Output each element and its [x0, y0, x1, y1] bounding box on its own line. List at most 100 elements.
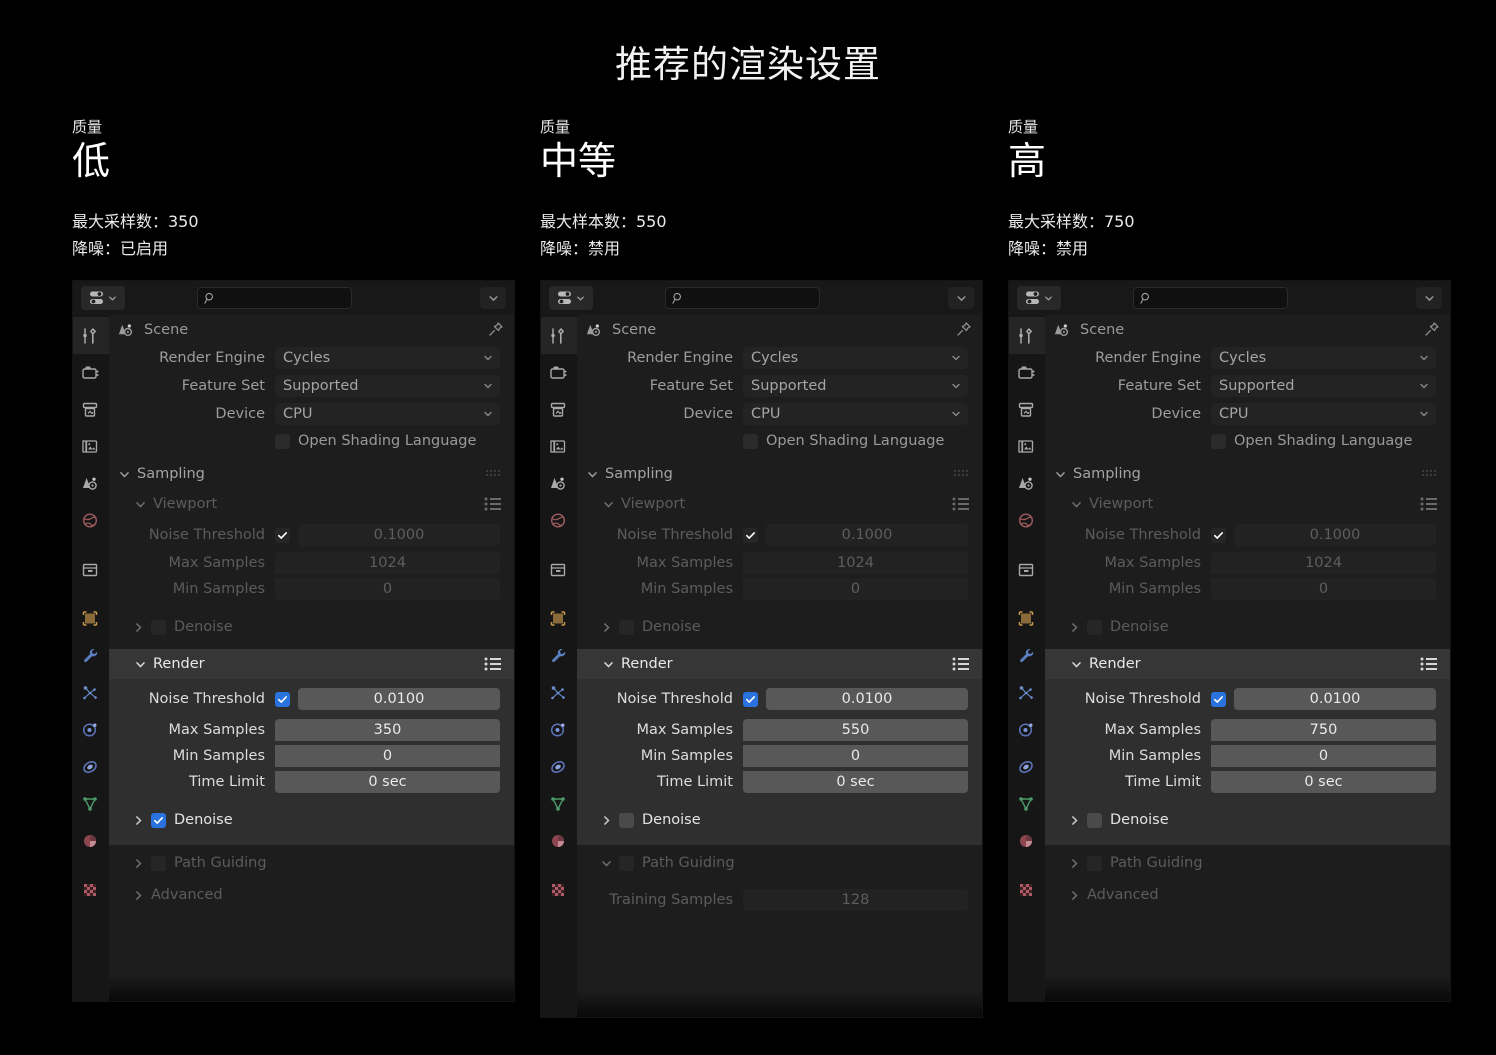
viewport-min-samples-row[interactable]: Min Samples 0	[123, 576, 500, 601]
render-section-header[interactable]: Render	[1045, 649, 1450, 679]
path-guiding-checkbox[interactable]	[1087, 855, 1102, 871]
tab-physics[interactable]	[1009, 711, 1045, 748]
tab-object[interactable]	[541, 600, 577, 637]
device-row[interactable]: Device CPU	[591, 401, 968, 426]
render-max-samples-row[interactable]: Max Samples 750	[1059, 717, 1436, 742]
tab-output[interactable]	[73, 391, 109, 428]
tab-constraints[interactable]	[1009, 748, 1045, 785]
advanced-row[interactable]: Advanced	[123, 883, 500, 907]
preset-list-icon[interactable]	[952, 497, 970, 511]
render-time-limit-field[interactable]: 0 sec	[275, 770, 500, 793]
feature-set-row[interactable]: Feature Set Supported	[1059, 373, 1436, 398]
viewport-denoise-checkbox[interactable]	[619, 619, 634, 635]
viewport-noise-threshold-field[interactable]: 0.1000	[1234, 524, 1436, 546]
viewport-noise-threshold-checkbox[interactable]	[743, 527, 758, 543]
tab-physics[interactable]	[541, 711, 577, 748]
tab-output[interactable]	[541, 391, 577, 428]
feature-set-dropdown[interactable]: Supported	[743, 374, 968, 397]
render-min-samples-row[interactable]: Min Samples 0	[123, 743, 500, 768]
device-dropdown[interactable]: CPU	[1211, 402, 1436, 425]
preset-list-icon[interactable]	[952, 657, 970, 671]
viewport-max-samples-row[interactable]: Max Samples 1024	[591, 550, 968, 575]
render-denoise-row[interactable]: Denoise	[591, 808, 968, 832]
editor-type-selector[interactable]	[549, 286, 593, 310]
tab-modifiers[interactable]	[73, 637, 109, 674]
render-noise-threshold-row[interactable]: Noise Threshold 0.0100	[591, 687, 968, 711]
chevron-right-icon[interactable]	[1069, 815, 1080, 826]
viewport-max-samples-field[interactable]: 1024	[743, 551, 968, 574]
preset-list-icon[interactable]	[484, 657, 502, 671]
chevron-right-icon[interactable]	[601, 815, 612, 826]
chevron-right-icon[interactable]	[1069, 622, 1080, 633]
render-section-header[interactable]: Render	[577, 649, 982, 679]
device-row[interactable]: Device CPU	[1059, 401, 1436, 426]
render-noise-threshold-checkbox[interactable]	[1211, 691, 1226, 707]
render-max-samples-field[interactable]: 550	[743, 718, 968, 741]
path-guiding-checkbox[interactable]	[619, 855, 634, 871]
feature-set-dropdown[interactable]: Supported	[275, 374, 500, 397]
feature-set-row[interactable]: Feature Set Supported	[123, 373, 500, 398]
tab-particles[interactable]	[73, 674, 109, 711]
viewport-denoise-checkbox[interactable]	[151, 619, 166, 635]
tab-view-layer[interactable]	[73, 428, 109, 465]
device-dropdown[interactable]: CPU	[743, 402, 968, 425]
feature-set-row[interactable]: Feature Set Supported	[591, 373, 968, 398]
editor-options-button[interactable]	[1416, 287, 1442, 309]
render-section-header[interactable]: Render	[109, 649, 514, 679]
osl-row[interactable]: Open Shading Language	[591, 429, 968, 453]
render-noise-threshold-field[interactable]: 0.0100	[766, 688, 968, 710]
viewport-noise-threshold-row[interactable]: Noise Threshold 0.1000	[591, 523, 968, 547]
path-guiding-row[interactable]: Path Guiding	[591, 851, 968, 875]
advanced-row[interactable]: Advanced	[1059, 883, 1436, 907]
tab-scene[interactable]	[73, 465, 109, 502]
tab-scene[interactable]	[541, 465, 577, 502]
tab-view-layer[interactable]	[541, 428, 577, 465]
viewport-min-samples-field[interactable]: 0	[275, 577, 500, 600]
viewport-denoise-row[interactable]: Denoise	[591, 615, 968, 639]
path-guiding-checkbox[interactable]	[151, 855, 166, 871]
tab-material[interactable]	[73, 822, 109, 859]
osl-row[interactable]: Open Shading Language	[1059, 429, 1436, 453]
device-dropdown[interactable]: CPU	[275, 402, 500, 425]
tab-physics[interactable]	[73, 711, 109, 748]
render-time-limit-row[interactable]: Time Limit 0 sec	[591, 769, 968, 794]
preset-list-icon[interactable]	[484, 497, 502, 511]
chevron-right-icon[interactable]	[133, 858, 144, 869]
viewport-denoise-row[interactable]: Denoise	[1059, 615, 1436, 639]
render-time-limit-row[interactable]: Time Limit 0 sec	[1059, 769, 1436, 794]
tab-tool[interactable]	[73, 317, 109, 354]
pin-icon[interactable]	[956, 321, 972, 337]
tab-output[interactable]	[1009, 391, 1045, 428]
osl-checkbox[interactable]	[275, 433, 290, 449]
sampling-section-header[interactable]: Sampling	[109, 459, 514, 489]
tab-render[interactable]	[1009, 354, 1045, 391]
osl-checkbox[interactable]	[743, 433, 758, 449]
osl-checkbox[interactable]	[1211, 433, 1226, 449]
viewport-noise-threshold-checkbox[interactable]	[275, 527, 290, 543]
chevron-right-icon[interactable]	[601, 622, 612, 633]
render-engine-dropdown[interactable]: Cycles	[743, 346, 968, 369]
tab-object-data[interactable]	[1009, 785, 1045, 822]
path-guiding-row[interactable]: Path Guiding	[123, 851, 500, 875]
chevron-right-icon[interactable]	[1069, 858, 1080, 869]
sampling-section-header[interactable]: Sampling	[577, 459, 982, 489]
render-noise-threshold-field[interactable]: 0.0100	[298, 688, 500, 710]
tab-particles[interactable]	[541, 674, 577, 711]
viewport-noise-threshold-row[interactable]: Noise Threshold 0.1000	[1059, 523, 1436, 547]
tab-tool[interactable]	[1009, 317, 1045, 354]
tab-view-layer[interactable]	[1009, 428, 1045, 465]
pin-icon[interactable]	[488, 321, 504, 337]
viewport-max-samples-field[interactable]: 1024	[275, 551, 500, 574]
editor-type-selector[interactable]	[1017, 286, 1061, 310]
tab-constraints[interactable]	[73, 748, 109, 785]
viewport-noise-threshold-row[interactable]: Noise Threshold 0.1000	[123, 523, 500, 547]
search-input[interactable]	[1133, 287, 1288, 309]
render-denoise-row[interactable]: Denoise	[1059, 808, 1436, 832]
viewport-noise-threshold-field[interactable]: 0.1000	[298, 524, 500, 546]
tab-collection[interactable]	[1009, 551, 1045, 588]
render-denoise-row[interactable]: Denoise	[123, 808, 500, 832]
render-denoise-checkbox[interactable]	[619, 812, 634, 828]
render-noise-threshold-field[interactable]: 0.0100	[1234, 688, 1436, 710]
editor-options-button[interactable]	[948, 287, 974, 309]
render-denoise-checkbox[interactable]	[151, 812, 166, 828]
